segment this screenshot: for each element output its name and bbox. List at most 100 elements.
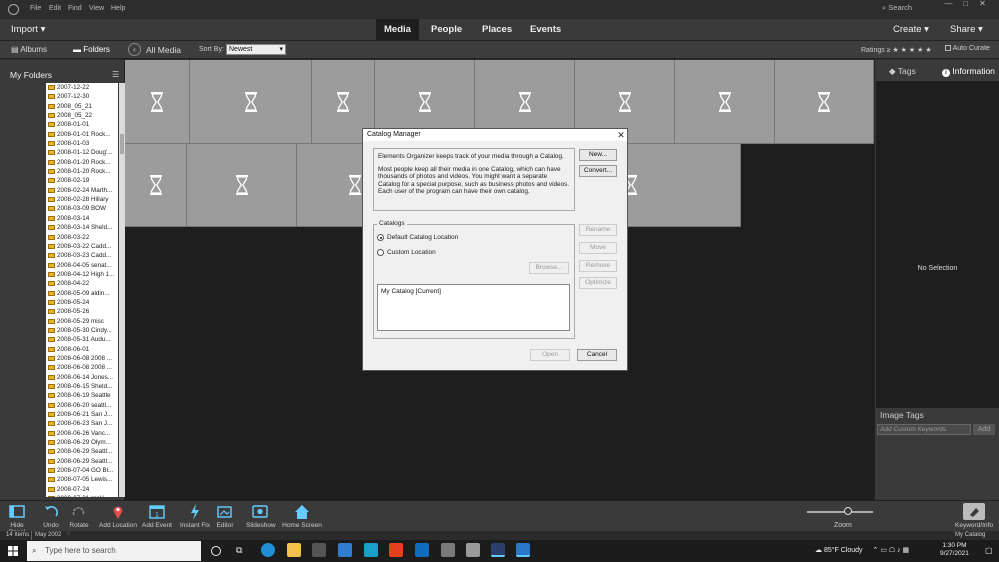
folder-item[interactable]: 2008-06-29 Seattl... — [46, 447, 118, 456]
undo-button[interactable]: Undo — [40, 503, 62, 529]
folder-item[interactable]: 2008-06-08 2008 ... — [46, 354, 118, 363]
folder-item[interactable]: 2008-06-19 Seattle — [46, 391, 118, 400]
folder-item[interactable]: 2008-06-14 Jones... — [46, 373, 118, 382]
create-button[interactable]: Create ▾ — [893, 24, 929, 35]
tab-media[interactable]: Media — [376, 19, 419, 41]
import-button[interactable]: Import ▾ — [11, 24, 45, 35]
home-screen-button[interactable]: Home Screen — [282, 503, 322, 529]
folder-item[interactable]: 2008-06-29 Olym... — [46, 438, 118, 447]
menu-file[interactable]: File — [30, 5, 41, 12]
folder-item[interactable]: 2008-03-22 Cadd... — [46, 242, 118, 251]
folder-item[interactable]: 2008-06-29 Seattl... — [46, 457, 118, 466]
folder-item[interactable]: 2008_05_21 — [46, 102, 118, 111]
media-thumbnail[interactable] — [125, 144, 187, 227]
tab-tags[interactable]: ◆ Tags — [889, 66, 916, 77]
file-explorer-icon[interactable] — [287, 543, 301, 557]
new-catalog-button[interactable]: New... — [579, 149, 617, 161]
folder-item[interactable]: 2008-06-23 San J... — [46, 419, 118, 428]
folder-tree[interactable]: 2007-12-22 2007-12-30 2008_05_21 2008_05_22… — [46, 83, 118, 497]
store-icon[interactable] — [312, 543, 326, 557]
folders-tab[interactable]: ▬ Folders — [73, 45, 110, 54]
tab-information[interactable]: i Information — [942, 66, 995, 77]
menu-help[interactable]: Help — [111, 5, 125, 12]
windows-start-icon[interactable] — [8, 546, 18, 556]
folder-item[interactable]: 2008-06-15 Sheld... — [46, 382, 118, 391]
add-keyword-button[interactable]: Add — [973, 424, 995, 435]
cortana-icon[interactable] — [211, 546, 221, 556]
menu-view[interactable]: View — [89, 5, 104, 12]
app-icon[interactable] — [441, 543, 455, 557]
folder-item[interactable]: 2008-05-29 misc — [46, 317, 118, 326]
keyword-info-button[interactable]: Keyword/Info — [955, 503, 993, 529]
folder-item[interactable]: 2008-03-09 BOW — [46, 204, 118, 213]
folder-item[interactable]: 2008-07-05 Lewis... — [46, 475, 118, 484]
folder-item[interactable]: 2008-05-24 — [46, 298, 118, 307]
minimize-icon[interactable]: — — [940, 0, 957, 8]
convert-catalog-button[interactable]: Convert... — [579, 165, 617, 177]
edge-icon[interactable] — [261, 543, 275, 557]
folder-item[interactable]: 2008-06-01 — [46, 345, 118, 354]
default-location-radio[interactable]: Default Catalog Location — [377, 234, 458, 241]
media-thumbnail[interactable] — [190, 60, 312, 144]
task-view-icon[interactable]: ⧉ — [236, 545, 242, 556]
browse-button[interactable]: Browse... — [529, 262, 569, 274]
folder-item[interactable]: 2008-05-30 Cindy... — [46, 326, 118, 335]
folder-item[interactable]: 2008-03-23 Cadd... — [46, 251, 118, 260]
system-tray[interactable]: ☁ 85°F Cloudy ⌃ ▭ ☖ ♪ ▦ — [815, 546, 909, 554]
folder-item[interactable]: 2008-03-14 — [46, 214, 118, 223]
folder-item[interactable]: 2008-02-24 Marth... — [46, 186, 118, 195]
optimize-button[interactable]: Optimize — [579, 277, 617, 289]
folder-item[interactable]: 2008-07-04 GO Bi... — [46, 466, 118, 475]
folder-item[interactable]: 2008-03-14 Sheld... — [46, 223, 118, 232]
folder-item[interactable]: 2008-04-12 High 1... — [46, 270, 118, 279]
folder-item[interactable]: 2008-06-21 San J... — [46, 410, 118, 419]
folder-item[interactable]: 2008-04-22 — [46, 279, 118, 288]
close-icon[interactable]: ✕ — [974, 0, 991, 8]
search-button[interactable]: ⌕ Search — [882, 3, 942, 16]
auto-curate-checkbox[interactable]: Auto Curate — [945, 45, 990, 52]
folder-item[interactable]: 2008-03-22 — [46, 233, 118, 242]
dialog-close-icon[interactable]: ✕ — [615, 129, 627, 141]
ratings-filter[interactable]: Ratings ≥ ★ ★ ★ ★ ★ — [861, 46, 932, 54]
notifications-icon[interactable]: ▢ — [985, 546, 993, 555]
folder-item[interactable]: 2008-06-08 2008 ... — [46, 363, 118, 372]
add-event-button[interactable]: 1 Add Event — [140, 503, 174, 529]
clock[interactable]: 1:30 PM 9/27/2021 — [940, 542, 969, 558]
share-button[interactable]: Share ▾ — [950, 24, 983, 35]
menu-find[interactable]: Find — [68, 5, 82, 12]
open-button[interactable]: Open — [530, 349, 570, 361]
folder-item[interactable]: 2008-05-31 Audu... — [46, 335, 118, 344]
rotate-button[interactable]: Rotate — [68, 503, 90, 529]
rename-button[interactable]: Rename — [579, 224, 617, 236]
custom-location-radio[interactable]: Custom Location — [377, 249, 436, 256]
folder-item[interactable]: 2008-01-20 Rock... — [46, 158, 118, 167]
folder-item[interactable]: 2008-01-03 — [46, 139, 118, 148]
folder-item[interactable]: 2008-07-24 — [46, 485, 118, 494]
zoom-slider[interactable] — [807, 511, 873, 513]
folder-item[interactable]: 2008-02-28 Hillary — [46, 195, 118, 204]
scrollbar-thumb[interactable] — [120, 134, 124, 154]
folder-item[interactable]: 2007-12-22 — [46, 83, 118, 92]
custom-keywords-input[interactable]: Add Custom Keywords — [877, 424, 971, 435]
elements-organizer-taskbar-icon[interactable] — [491, 543, 505, 557]
albums-tab[interactable]: ▤ Albums — [11, 45, 47, 54]
cancel-button[interactable]: Cancel — [577, 349, 617, 361]
maximize-icon[interactable]: □ — [957, 0, 974, 8]
folder-item[interactable]: 2008-01-01 — [46, 120, 118, 129]
folder-item[interactable]: 2008-05-09 aldin... — [46, 289, 118, 298]
app-icon[interactable] — [364, 543, 378, 557]
folder-item[interactable]: 2008-01-01 Rock... — [46, 130, 118, 139]
tab-people[interactable]: People — [423, 19, 470, 41]
outlook-icon[interactable] — [415, 543, 429, 557]
add-location-button[interactable]: Add Location — [98, 503, 138, 529]
back-button[interactable]: ‹ — [128, 43, 141, 56]
folder-item[interactable]: 2008-01-12 Doug'... — [46, 148, 118, 157]
office-icon[interactable] — [389, 543, 403, 557]
folder-item[interactable]: 2008-07-31 rocki... — [46, 494, 118, 497]
media-thumbnail[interactable] — [775, 60, 874, 144]
catalog-list-item[interactable]: My Catalog [Current] — [381, 288, 566, 295]
folder-item[interactable]: 2008-05-26 — [46, 307, 118, 316]
sort-by-select[interactable]: Newest ▾ — [226, 44, 286, 55]
folder-item[interactable]: 2008-06-26 Vanc... — [46, 429, 118, 438]
taskbar-search-input[interactable]: ⌕ Type here to search — [27, 541, 201, 561]
